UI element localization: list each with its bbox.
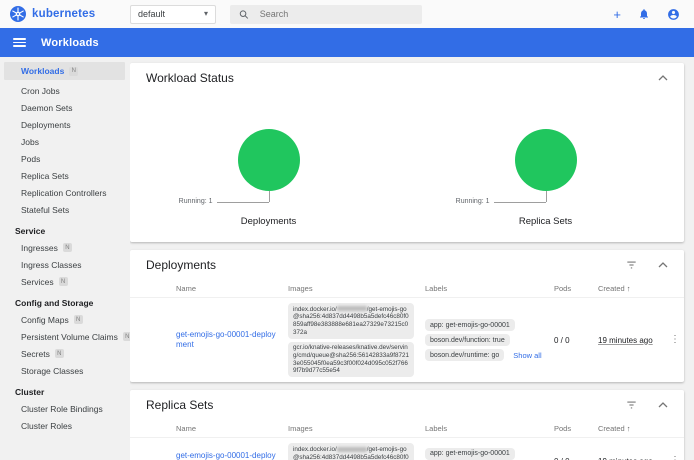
- top-app-bar: kubernetes default ▾ +: [0, 0, 694, 28]
- replica-sets-status-chart: Running: 1 Replica Sets: [407, 129, 684, 227]
- sidebar-item-replica-sets[interactable]: Replica Sets: [0, 167, 130, 184]
- page-title: Workloads: [41, 37, 99, 49]
- sidebar-item-cluster-role-bindings[interactable]: Cluster Role Bindings: [0, 400, 130, 417]
- sidebar-item-deployments[interactable]: Deployments: [0, 116, 130, 133]
- kubernetes-brand[interactable]: kubernetes: [10, 6, 122, 22]
- sort-arrow-icon: ↑: [627, 424, 631, 433]
- namespace-selector[interactable]: default ▾: [130, 5, 216, 24]
- sort-arrow-icon: ↑: [627, 284, 631, 293]
- brand-name: kubernetes: [32, 8, 95, 20]
- sidebar-item-cron-jobs[interactable]: Cron Jobs: [0, 82, 130, 99]
- column-header-pods: Pods: [554, 284, 598, 293]
- notifications-bell-icon[interactable]: [638, 8, 650, 20]
- sidebar-item-services[interactable]: Services N: [0, 273, 130, 290]
- main-content: Workload Status Running: 1 Deployments: [130, 57, 694, 460]
- deployments-table-header: Name Images Labels Pods Created↑: [130, 280, 684, 298]
- card-title: Replica Sets: [146, 398, 625, 412]
- column-header-created[interactable]: Created↑: [598, 424, 670, 433]
- sidebar-item-replication-controllers[interactable]: Replication Controllers: [0, 184, 130, 201]
- sidebar-item-cluster-roles[interactable]: Cluster Roles: [0, 417, 130, 434]
- sidebar-item-stateful-sets[interactable]: Stateful Sets: [0, 201, 130, 218]
- pie-running-replica-sets: [515, 129, 577, 191]
- label-chip: app: get-emojis-go-00001: [425, 448, 515, 460]
- image-chip: index.docker.io//get-emojis-go@sha256:4d…: [288, 303, 414, 339]
- column-header-name[interactable]: Name: [166, 284, 282, 293]
- user-account-icon[interactable]: [667, 8, 680, 21]
- column-header-images: Images: [282, 424, 422, 433]
- replica-set-table-row: get-emojis-go-00001-deployment- index.do…: [130, 438, 684, 460]
- filter-icon[interactable]: [625, 400, 638, 410]
- image-chip: index.docker.io//get-emojis-go@sha256:4d…: [288, 443, 414, 460]
- replica-sets-card: Replica Sets Name Images Labels: [130, 390, 684, 460]
- replica-sets-table-header: Name Images Labels Pods Created↑: [130, 420, 684, 438]
- namespaced-badge: N: [63, 243, 72, 252]
- page-toolbar: Workloads: [0, 28, 694, 57]
- collapse-card-icon[interactable]: [658, 402, 668, 408]
- create-resource-button[interactable]: +: [613, 8, 621, 21]
- filter-icon[interactable]: [625, 260, 638, 270]
- search-bar[interactable]: [230, 5, 422, 24]
- chart-legend-running: Running: 1: [456, 198, 490, 205]
- image-chip: gcr.io/knative-releases/knative.dev/serv…: [288, 342, 414, 378]
- chart-title: Replica Sets: [519, 216, 572, 227]
- chart-title: Deployments: [241, 216, 296, 227]
- label-chip: app: get-emojis-go-00001: [425, 319, 515, 331]
- sidebar-item-config-maps[interactable]: Config Maps N: [0, 311, 130, 328]
- chevron-down-icon: ▾: [204, 10, 208, 18]
- pie-leader-line: Running: 1: [184, 191, 354, 203]
- sidebar-section-cluster: Cluster: [0, 383, 130, 400]
- sidebar-item-jobs[interactable]: Jobs: [0, 133, 130, 150]
- sidebar-item-storage-classes[interactable]: Storage Classes: [0, 362, 130, 379]
- label-chip: boson.dev/function: true: [425, 334, 510, 346]
- sidebar-section-config-and-storage: Config and Storage: [0, 294, 130, 311]
- sidebar-item-ingresses[interactable]: Ingresses N: [0, 239, 130, 256]
- sidebar-item-pods[interactable]: Pods: [0, 150, 130, 167]
- deployment-name-link[interactable]: get-emojis-go-00001-deployment: [166, 330, 282, 351]
- card-title: Deployments: [146, 258, 625, 272]
- kebab-menu-icon[interactable]: ⋮: [670, 335, 684, 345]
- namespaced-badge: N: [55, 349, 64, 358]
- deployment-table-row: get-emojis-go-00001-deployment index.doc…: [130, 298, 684, 382]
- sidebar-item-daemon-sets[interactable]: Daemon Sets: [0, 99, 130, 116]
- replica-set-name-link[interactable]: get-emojis-go-00001-deployment-: [166, 451, 282, 460]
- card-title: Workload Status: [146, 71, 658, 85]
- sidebar-item-persistent-volume-claims[interactable]: Persistent Volume Claims N: [0, 328, 130, 345]
- sidebar-item-ingress-classes[interactable]: Ingress Classes: [0, 256, 130, 273]
- namespaced-badge: N: [69, 67, 78, 76]
- column-header-images: Images: [282, 284, 422, 293]
- sidebar-item-workloads[interactable]: Workloads N: [4, 62, 125, 80]
- chart-legend-running: Running: 1: [179, 198, 213, 205]
- search-input[interactable]: [258, 8, 413, 20]
- column-header-created[interactable]: Created↑: [598, 284, 670, 293]
- namespaced-badge: N: [123, 332, 130, 341]
- collapse-card-icon[interactable]: [658, 262, 668, 268]
- label-chip: boson.dev/runtime: go: [425, 349, 504, 361]
- pie-running-deployments: [238, 129, 300, 191]
- deployments-card: Deployments Name Images Labels: [130, 250, 684, 382]
- nav-sidebar: Workloads N Cron Jobs Daemon Sets Deploy…: [0, 57, 130, 460]
- kebab-menu-icon[interactable]: ⋮: [670, 456, 684, 460]
- search-icon: [239, 9, 249, 20]
- collapse-card-icon[interactable]: [658, 75, 668, 81]
- show-all-link[interactable]: Show all: [513, 351, 541, 360]
- created-timestamp: 19 minutes ago: [598, 336, 670, 345]
- kubernetes-logo-icon: [10, 6, 26, 22]
- column-header-labels: Labels: [422, 424, 554, 433]
- deployments-status-chart: Running: 1 Deployments: [130, 129, 407, 227]
- namespace-value: default: [138, 9, 204, 19]
- column-header-name[interactable]: Name: [166, 424, 282, 433]
- namespaced-badge: N: [74, 315, 83, 324]
- column-header-labels: Labels: [422, 284, 554, 293]
- redacted-text: [337, 306, 367, 311]
- sidebar-item-secrets[interactable]: Secrets N: [0, 345, 130, 362]
- pods-count: 0 / 0: [554, 336, 598, 345]
- namespaced-badge: N: [59, 277, 68, 286]
- menu-hamburger-icon[interactable]: [13, 36, 26, 50]
- column-header-pods: Pods: [554, 424, 598, 433]
- redacted-text: [337, 447, 367, 452]
- sidebar-section-service: Service: [0, 222, 130, 239]
- workload-status-card: Workload Status Running: 1 Deployments: [130, 63, 684, 242]
- pie-leader-line: Running: 1: [461, 191, 631, 203]
